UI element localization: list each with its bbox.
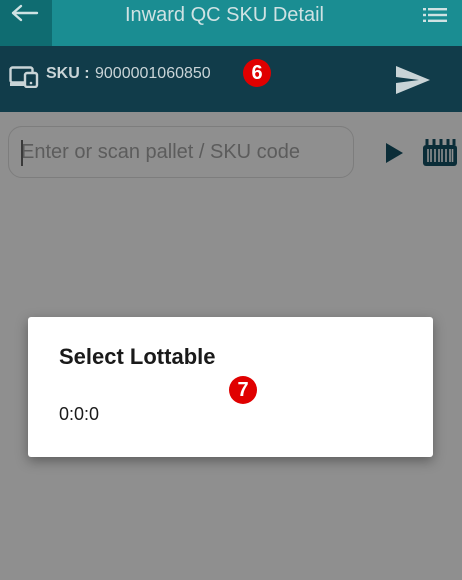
devices-icon [9,66,39,88]
play-icon[interactable] [384,141,404,165]
sku-value: 9000001060850 [95,65,211,82]
send-icon[interactable] [395,65,431,95]
arrow-left-icon [11,4,39,22]
list-menu-icon[interactable] [423,7,447,23]
dialog-title: Select Lottable [59,344,216,369]
annotation-marker-6: 6 [243,59,271,87]
page-title: Inward QC SKU Detail [125,4,324,26]
sku-label: SKU : [46,65,90,82]
barcode-scanner-icon[interactable] [421,136,459,168]
back-button[interactable] [0,0,52,46]
annotation-marker-7: 7 [229,376,257,404]
app-bar: Inward QC SKU Detail [0,0,462,46]
text-caret [21,140,23,166]
lottable-option[interactable]: 0:0:0 [59,404,99,425]
scan-input[interactable] [8,126,354,178]
sku-bar: SKU : 9000001060850 [0,46,462,112]
